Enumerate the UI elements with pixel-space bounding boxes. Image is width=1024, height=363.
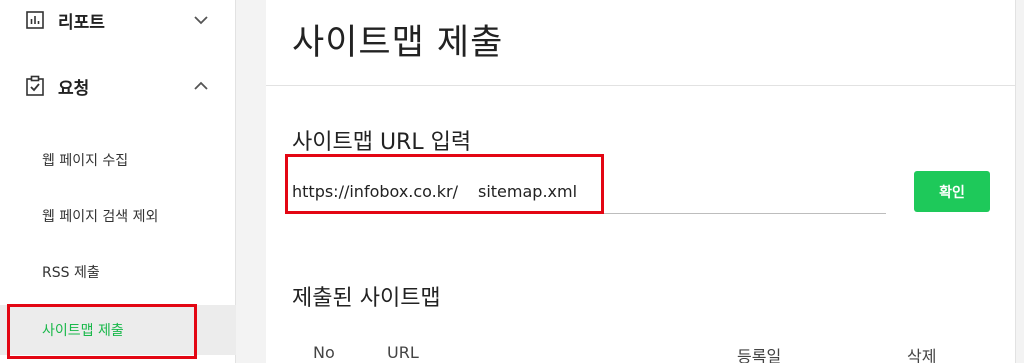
sidebar-menu-report[interactable]: 리포트 bbox=[0, 0, 236, 40]
sidebar-item-web-page-collect[interactable]: 웹 페이지 수집 bbox=[0, 140, 236, 180]
sidebar-menu-request-label: 요청 bbox=[58, 78, 90, 99]
sidebar-item-sitemap-submit[interactable]: 사이트맵 제출 bbox=[0, 305, 236, 355]
sidebar-item-label: 웹 페이지 수집 bbox=[42, 153, 129, 169]
column-header-url: URL bbox=[387, 343, 419, 362]
main-panel: 사이트맵 URL 입력 제출된 사이트맵 bbox=[266, 86, 1016, 363]
sidebar-item-web-page-exclude[interactable]: 웹 페이지 검색 제외 bbox=[0, 196, 236, 236]
sidebar-item-label: 웹 페이지 검색 제외 bbox=[42, 209, 159, 225]
sidebar-menu-report-label: 리포트 bbox=[58, 12, 105, 33]
column-header-date: 등록일 bbox=[737, 347, 782, 363]
url-prefix: https://infobox.co.kr/ bbox=[292, 182, 458, 201]
clipboard-check-icon bbox=[24, 75, 46, 97]
sitemap-url-section-title: 사이트맵 URL 입력 bbox=[292, 130, 472, 155]
sitemap-url-field: https://infobox.co.kr/ bbox=[292, 176, 886, 214]
chevron-up-icon[interactable] bbox=[192, 77, 210, 95]
sitemap-url-input[interactable] bbox=[478, 178, 778, 204]
sidebar-item-label: 사이트맵 제출 bbox=[42, 323, 124, 339]
bar-chart-icon bbox=[24, 9, 46, 31]
sidebar-menu-request[interactable]: 요청 bbox=[0, 66, 236, 106]
column-header-no: No bbox=[313, 343, 335, 362]
chevron-down-icon[interactable] bbox=[192, 11, 210, 29]
page-title: 사이트맵 제출 bbox=[292, 23, 504, 63]
sidebar-item-label: RSS 제출 bbox=[42, 265, 100, 281]
sidebar-item-rss-submit[interactable]: RSS 제출 bbox=[0, 252, 236, 292]
confirm-button[interactable]: 확인 bbox=[914, 171, 990, 212]
submitted-sitemap-section-title: 제출된 사이트맵 bbox=[292, 286, 441, 311]
column-header-delete: 삭제 bbox=[907, 347, 937, 363]
sidebar: 리포트 요청 웹 페이지 수집 웹 페이지 검색 제외 RSS 제출 사이트맵 … bbox=[0, 0, 236, 363]
page-header: 사이트맵 제출 bbox=[266, 0, 1016, 86]
